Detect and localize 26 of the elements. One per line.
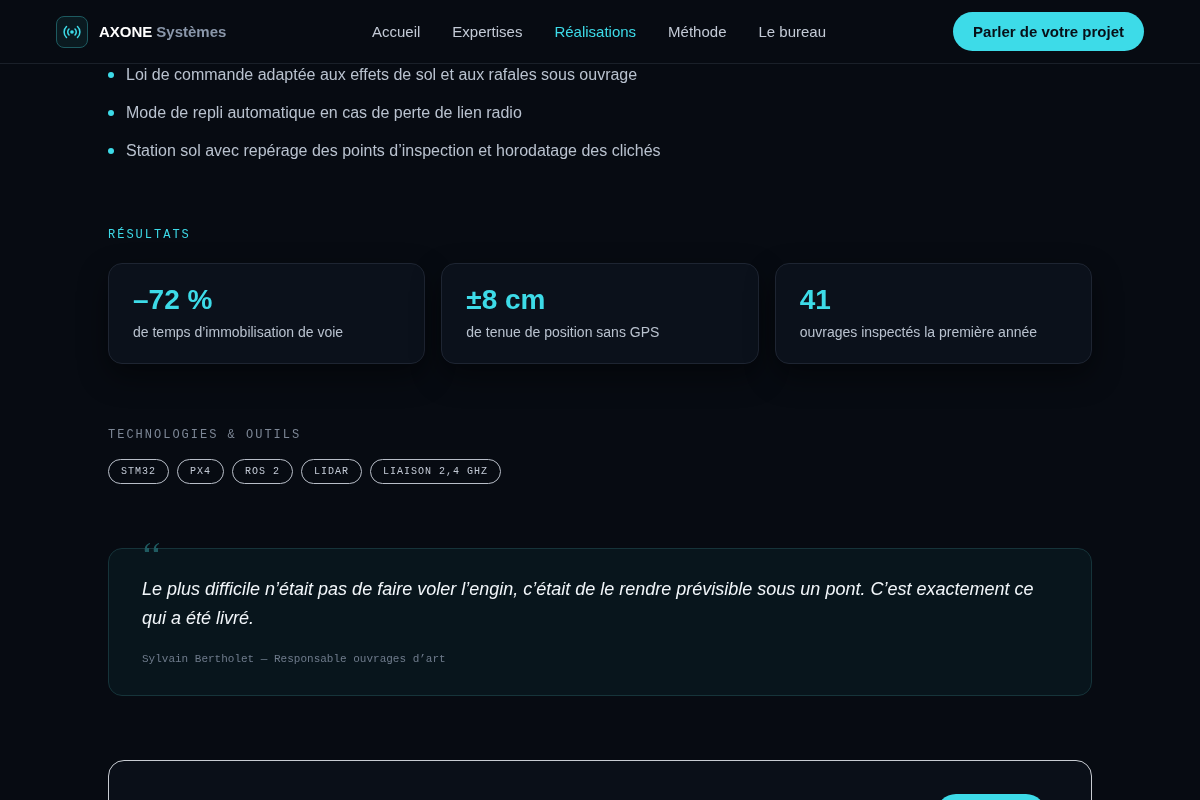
result-label: de temps d’immobilisation de voie	[133, 324, 345, 340]
nav-link[interactable]: Expertises	[452, 23, 523, 40]
bullet-icon	[108, 72, 114, 78]
brand-suffix[interactable]: Systèmes	[156, 23, 227, 40]
section-heading: TECHNOLOGIES & OUTILS	[108, 428, 303, 442]
bullet-icon	[108, 148, 114, 154]
feature-text: Station sol avec repérage des points d’inspection et horodatage des clichés	[126, 142, 661, 160]
nav-link[interactable]: Le bureau	[758, 23, 827, 40]
testimonial-author: Sylvain Bertholet — Responsable ouvrages d’art	[142, 653, 447, 665]
result-value: –72 %	[133, 284, 214, 316]
result-value: 41	[799, 284, 832, 316]
section-heading: RÉSULTATS	[108, 228, 192, 242]
result-value: ±8 cm	[466, 284, 547, 316]
feature-text: Mode de repli automatique en cas de perte de lien radio	[126, 104, 522, 122]
nav-link[interactable]: Méthode	[668, 23, 727, 40]
result-label: de tenue de position sans GPS	[466, 324, 661, 340]
nav-link[interactable]: Accueil	[372, 23, 421, 40]
contact-button[interactable]: Parler de votre projet	[953, 12, 1144, 51]
feature-text: Loi de commande adaptée aux effets de sol et aux rafales sous ouvrage	[126, 66, 638, 84]
result-label: ouvrages inspectés la première année	[799, 324, 1039, 340]
logo-icon[interactable]	[56, 15, 88, 48]
bullet-icon	[108, 110, 114, 116]
nav-link[interactable]: Réalisations	[554, 23, 637, 40]
quote-mark-icon	[143, 542, 161, 554]
brand-name[interactable]: AXONE	[99, 23, 153, 40]
testimonial-quote: Le plus difficile n’était pas de faire voler l’engin, c’était de le rendre prévisible sous un pont. C’est exactement ce qui a été livré.	[142, 578, 1035, 630]
